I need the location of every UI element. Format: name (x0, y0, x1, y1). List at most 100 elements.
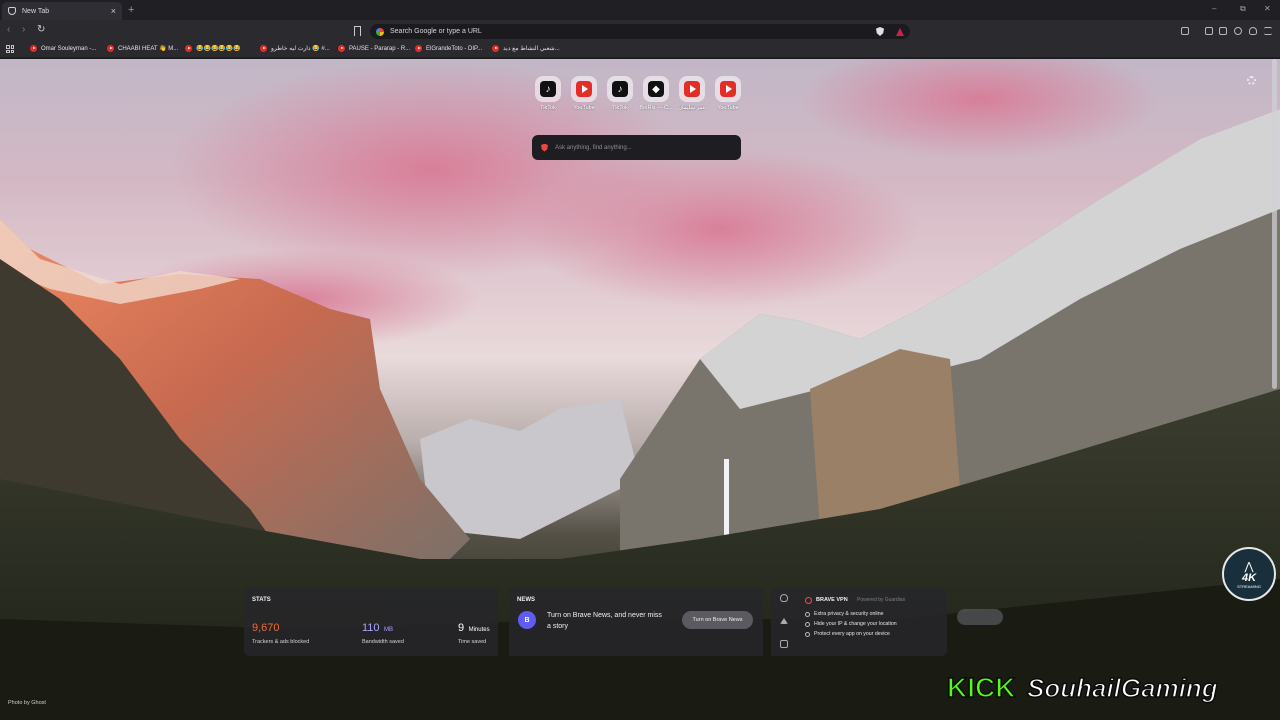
apps-grid-icon[interactable] (6, 45, 14, 53)
vpn-feature-text: Protect every app on your device (814, 631, 890, 637)
check-icon (805, 621, 810, 627)
shortcut-botrix[interactable]: ◆ BotRix — C... (638, 76, 674, 111)
shortcut-tile: ♪ (607, 76, 633, 102)
bookmark-item[interactable]: CHAABI HEAT 👋 M... (107, 45, 178, 52)
bookmark-label: دارت ليه خاطرو 😂 #... (271, 46, 330, 52)
kick-channel-name: SouhailGaming (1027, 673, 1218, 703)
bandwidth-value: 110 (362, 622, 380, 634)
youtube-icon (107, 45, 114, 52)
sidebar-icon[interactable] (1205, 27, 1213, 35)
eagle-icon: ⋀ (1244, 560, 1254, 573)
widget-switcher (771, 588, 797, 656)
address-input[interactable]: Search Google or type a URL (390, 28, 870, 35)
botrix-icon: ◆ (648, 81, 664, 97)
bookmark-item[interactable]: دارت ليه خاطرو 😂 #... (260, 45, 330, 52)
time-stat: 9 Minutes Time saved (458, 618, 490, 645)
reading-list-icon[interactable] (1219, 27, 1227, 35)
browser-window: New Tab × + – ⧉ ✕ ‹ › ↻ Search Google or… (0, 0, 1280, 720)
vpn-widget: BRAVE VPN Powered by Guardian Extra priv… (797, 588, 1003, 656)
address-bar[interactable]: Search Google or type a URL (370, 24, 910, 39)
brave-vpn-icon (805, 597, 812, 604)
youtube-icon (684, 81, 700, 97)
vpn-feature-text: Hide your IP & change your location (814, 621, 897, 627)
shortcut-label: YouTube (717, 105, 739, 111)
youtube-icon (720, 81, 736, 97)
time-value: 9 (458, 622, 465, 634)
bandwidth-caption: Bandwidth saved (362, 639, 404, 645)
bookmark-item[interactable]: ElGrandeToto - DIP... (415, 45, 482, 52)
bookmark-label: 😂😂😂😂😂😂 (196, 46, 241, 52)
time-unit: Minutes (468, 627, 490, 633)
search-input[interactable]: Ask anything, find anything... (532, 135, 741, 160)
check-icon (805, 631, 810, 637)
google-icon (376, 27, 384, 36)
vpn-powered-by: Powered by Guardian (857, 597, 906, 603)
shortcut-youtube[interactable]: YouTube (566, 76, 602, 111)
tab-new-tab[interactable]: New Tab × (2, 2, 122, 20)
vpn-feature: Protect every app on your device (805, 631, 890, 637)
stats-widget: STATS 9,670 Trackers & ads blocked 110 M… (244, 588, 498, 656)
bookmark-label: PAUSE - Pararap - R... (349, 45, 411, 52)
minimize-button[interactable]: – (1212, 4, 1216, 13)
vpn-start-button[interactable] (957, 609, 1003, 625)
bookmark-label: CHAABI HEAT 👋 M... (118, 46, 179, 52)
back-button[interactable]: ‹ (7, 24, 10, 35)
shortcut-youtube[interactable]: YouTube (710, 76, 746, 111)
youtube-icon (30, 45, 37, 52)
turn-on-news-button[interactable]: Turn on Brave News (682, 611, 753, 629)
bookmark-item[interactable]: 😂😂😂😂😂😂 (185, 45, 241, 52)
vpn-title: BRAVE VPN (816, 597, 848, 603)
restore-button[interactable]: ⧉ (1240, 4, 1246, 14)
settings-gear-icon[interactable] (1247, 76, 1256, 85)
leo-ai-icon[interactable] (1234, 27, 1242, 35)
tab-close-icon[interactable]: × (111, 6, 116, 16)
photo-credit: Photo by Ghost (8, 700, 46, 706)
youtube-icon (260, 45, 267, 52)
bookmarks-bar: Omar Souleyman -... CHAABI HEAT 👋 M... 😂… (0, 42, 1280, 58)
streaming-badge-logo: ⋀ 4K STREAMING (1222, 547, 1276, 601)
bookmark-item[interactable]: Omar Souleyman -... (30, 45, 96, 52)
menu-icon[interactable] (1264, 27, 1272, 35)
bookmark-icon[interactable] (354, 26, 361, 36)
vpn-widget-icon[interactable] (780, 594, 788, 602)
shortcut-tile (679, 76, 705, 102)
shortcut-label: YouTube (573, 105, 595, 111)
stats-title: STATS (252, 597, 271, 603)
bandwidth-stat: 110 MB Bandwidth saved (362, 618, 404, 645)
screenshot-icon[interactable] (1181, 27, 1189, 35)
new-tab-button[interactable]: + (128, 4, 134, 16)
shortcut-omar[interactable]: عمر سليمان (674, 76, 710, 111)
check-icon (805, 611, 810, 617)
forward-button[interactable]: › (22, 24, 25, 35)
shortcut-tiktok[interactable]: ♪ TikTok (602, 76, 638, 111)
vpn-feature: Hide your IP & change your location (805, 621, 897, 627)
bookmark-label: شعبي النشاط مع ديد... (503, 46, 560, 52)
shortcut-label: TikTok (540, 105, 556, 111)
vpn-feature-text: Extra privacy & security online (814, 611, 884, 617)
trackers-caption: Trackers & ads blocked (252, 639, 310, 645)
shortcut-tiktok[interactable]: ♪ TikTok (530, 76, 566, 111)
vpn-icon[interactable] (1249, 27, 1257, 35)
brave-rewards-icon[interactable] (896, 27, 904, 36)
reload-button[interactable]: ↻ (37, 24, 45, 35)
youtube-icon (415, 45, 422, 52)
cards-widget-icon[interactable] (780, 640, 788, 648)
news-text: Turn on Brave News, and never miss a sto… (547, 612, 662, 630)
shortcut-tile (715, 76, 741, 102)
talk-widget-icon[interactable] (780, 618, 788, 624)
shortcut-label: BotRix — C... (639, 105, 673, 111)
youtube-icon (576, 81, 592, 97)
brave-logo-icon (541, 143, 548, 152)
trackers-value: 9,670 (252, 622, 280, 634)
youtube-icon (338, 45, 345, 52)
kick-channel-overlay: KICK SouhailGaming (946, 671, 1218, 704)
tab-strip: New Tab × + – ⧉ ✕ (0, 0, 1280, 20)
close-window-button[interactable]: ✕ (1264, 4, 1271, 13)
shortcut-tile (571, 76, 597, 102)
bookmark-item[interactable]: PAUSE - Pararap - R... (338, 45, 410, 52)
bookmark-item[interactable]: شعبي النشاط مع ديد... (492, 45, 560, 52)
brave-shields-icon[interactable] (876, 27, 884, 36)
news-widget: NEWS B Turn on Brave News, and never mis… (509, 588, 763, 656)
search-placeholder: Ask anything, find anything... (555, 144, 632, 151)
scrollbar[interactable] (1272, 59, 1277, 389)
